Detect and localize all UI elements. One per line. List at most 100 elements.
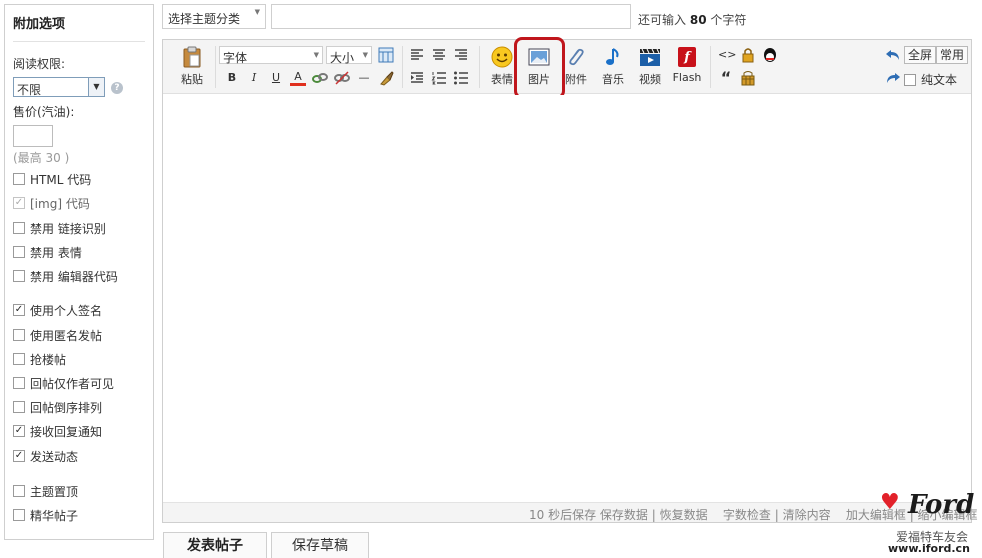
bold-button[interactable]: B <box>224 70 240 86</box>
option-disable-smilies[interactable]: 禁用 表情 <box>13 244 82 260</box>
checkbox[interactable] <box>13 509 25 521</box>
font-color-button[interactable]: A <box>290 70 306 86</box>
chevron-down-icon: ▼ <box>313 51 319 59</box>
option-reply-notify[interactable]: 接收回复通知 <box>13 423 102 439</box>
read-permission-value: 不限 <box>17 83 42 97</box>
treasure-icon <box>741 71 755 86</box>
checkbox[interactable] <box>13 304 25 316</box>
checkbox[interactable] <box>13 450 25 462</box>
brush-icon <box>380 71 394 86</box>
option-label: 主题置顶 <box>30 484 79 499</box>
option-use-signature[interactable]: 使用个人签名 <box>13 302 102 318</box>
flash-button[interactable]: f Flash <box>670 46 704 88</box>
common-button[interactable]: 常用 <box>936 46 969 64</box>
remaining-suffix: 个字符 <box>710 13 747 27</box>
topic-category-select[interactable]: 选择主题分类 ▼ <box>162 4 266 29</box>
option-disable-link-detection[interactable]: 禁用 链接识别 <box>13 220 106 236</box>
horizontal-rule-button[interactable]: — <box>356 70 372 86</box>
toolbar-divider <box>479 46 480 88</box>
option-label: [img] 代码 <box>30 196 90 211</box>
qq-button[interactable] <box>762 47 778 63</box>
redo-button[interactable] <box>885 70 901 86</box>
table-button[interactable] <box>378 47 394 63</box>
video-button[interactable]: 视频 <box>633 46 667 88</box>
video-label: 视频 <box>639 73 661 86</box>
italic-button[interactable]: I <box>246 70 262 86</box>
option-img-code: [img] 代码 <box>13 195 90 211</box>
paste-button[interactable]: 粘贴 <box>175 46 209 88</box>
option-send-feed[interactable]: 发送动态 <box>13 448 78 464</box>
music-button[interactable]: 音乐 <box>596 46 630 88</box>
price-input[interactable] <box>13 125 53 147</box>
ordered-list-button[interactable] <box>431 70 447 86</box>
link-button[interactable] <box>312 70 328 86</box>
paid-content-button[interactable] <box>740 70 756 86</box>
option-html-code[interactable]: HTML 代码 <box>13 171 91 187</box>
font-family-select[interactable]: 字体 ▼ <box>219 46 323 65</box>
editor-statusbar: 10 秒后保存 保存数据 | 恢复数据 字数检查 | 清除内容 加大编辑框 | … <box>163 502 978 522</box>
checkbox[interactable] <box>13 377 25 389</box>
sidebar-title: 附加选项 <box>13 17 66 32</box>
quote-button[interactable]: “ <box>718 70 734 86</box>
checkbox[interactable] <box>13 485 25 497</box>
align-right-icon <box>455 49 467 60</box>
checkbox[interactable] <box>13 246 25 258</box>
checkbox[interactable] <box>13 425 25 437</box>
align-right-button[interactable] <box>453 47 469 63</box>
sidebar-divider <box>13 41 145 42</box>
undo-icon <box>886 50 899 60</box>
penguin-icon <box>764 48 776 62</box>
undo-button[interactable] <box>885 47 901 63</box>
unlink-button[interactable] <box>334 70 350 86</box>
unlink-icon <box>334 71 350 85</box>
table-icon <box>378 47 394 63</box>
word-check-link[interactable]: 字数检查 <box>723 508 771 522</box>
option-label: 回帖仅作者可见 <box>30 376 115 391</box>
plaintext-toggle[interactable]: 纯文本 <box>904 71 957 88</box>
fullscreen-button[interactable]: 全屏 <box>904 46 937 64</box>
plaintext-label: 纯文本 <box>921 73 958 87</box>
unordered-list-button[interactable] <box>453 70 469 86</box>
paste-label: 粘贴 <box>181 73 203 86</box>
checkbox[interactable] <box>13 222 25 234</box>
read-permission-label: 阅读权限: <box>13 57 66 71</box>
option-disable-editor-code[interactable]: 禁用 编辑器代码 <box>13 268 118 284</box>
code-button[interactable]: <> <box>718 47 736 63</box>
publish-button[interactable]: 发表帖子 <box>163 532 267 558</box>
option-label: 回帖倒序排列 <box>30 400 103 415</box>
save-data-link[interactable]: 保存数据 <box>600 508 648 522</box>
align-left-button[interactable] <box>409 47 425 63</box>
option-label: 抢楼帖 <box>30 352 67 367</box>
editor-content-area[interactable] <box>163 95 971 502</box>
restore-data-link[interactable]: 恢复数据 <box>660 508 708 522</box>
chevron-down-icon[interactable]: ▼ <box>88 78 104 96</box>
checkbox[interactable] <box>13 401 25 413</box>
checkbox[interactable] <box>13 270 25 282</box>
checkbox <box>13 197 25 209</box>
checkbox[interactable] <box>13 173 25 185</box>
align-center-button[interactable] <box>431 47 447 63</box>
heart-icon: ♥ <box>880 490 900 515</box>
help-icon[interactable]: ? <box>111 82 123 94</box>
option-sticky-topic[interactable]: 主题置顶 <box>13 483 78 499</box>
clear-format-button[interactable] <box>378 70 394 86</box>
indent-button[interactable] <box>409 70 425 86</box>
option-anonymous-post[interactable]: 使用匿名发帖 <box>13 327 102 343</box>
option-digest-post[interactable]: 精华帖子 <box>13 507 78 523</box>
subject-input[interactable] <box>271 4 631 29</box>
clear-content-link[interactable]: 清除内容 <box>783 508 831 522</box>
checkbox[interactable] <box>904 73 916 86</box>
checkbox[interactable] <box>13 329 25 341</box>
remaining-chars: 还可输入 80 个字符 <box>638 11 746 28</box>
hide-button[interactable] <box>740 47 756 63</box>
font-size-select[interactable]: 大小 ▼ <box>326 46 372 65</box>
save-draft-button[interactable]: 保存草稿 <box>271 532 369 558</box>
option-floor-grab[interactable]: 抢楼帖 <box>13 351 66 367</box>
underline-button[interactable]: U <box>268 70 284 86</box>
option-reply-author-only[interactable]: 回帖仅作者可见 <box>13 375 114 391</box>
checkbox[interactable] <box>13 353 25 365</box>
read-permission-select[interactable]: 不限 ▼ <box>13 77 105 97</box>
option-reverse-replies[interactable]: 回帖倒序排列 <box>13 399 102 415</box>
smiley-icon <box>491 46 513 68</box>
toolbar-divider <box>402 46 403 88</box>
